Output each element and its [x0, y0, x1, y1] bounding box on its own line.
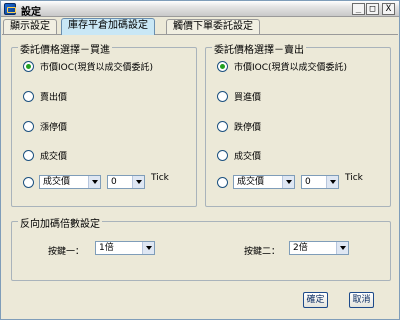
chevron-down-icon[interactable] — [282, 176, 294, 188]
buy-tick-offset-value: 0 — [111, 177, 117, 187]
sell-option-label: 市價IOC(現貨以成交價委託) — [234, 62, 348, 73]
sell-price-type-value: 成交價 — [237, 177, 265, 187]
settings-window: 設定 _ □ X 顯示設定 庫存平倉加碼設定 觸價下單委託設定 委託價格選擇－買… — [0, 0, 400, 320]
buy-option-custom[interactable] — [23, 175, 40, 189]
chevron-down-icon[interactable] — [142, 242, 154, 254]
sell-tick-offset-select[interactable]: 0 — [301, 175, 339, 189]
sell-option-market-ioc[interactable]: 市價IOC(現貨以成交價委託) — [217, 59, 347, 73]
radio-button[interactable] — [23, 60, 34, 72]
sell-option-limit-down[interactable]: 跌停價 — [217, 119, 261, 133]
sell-option-label: 買進價 — [234, 92, 262, 103]
chevron-down-icon[interactable] — [326, 176, 338, 188]
close-button[interactable]: X — [382, 3, 395, 15]
tab-trigger-order-settings[interactable]: 觸價下單委託設定 — [166, 19, 260, 34]
key2-multiplier-value: 2倍 — [293, 243, 308, 253]
radio-button[interactable] — [217, 60, 228, 72]
buy-option-label: 成交價 — [40, 151, 68, 162]
multiplier-group-legend: 反向加碼倍數設定 — [18, 215, 102, 230]
sell-option-label: 成交價 — [234, 151, 262, 162]
minimize-button[interactable]: _ — [352, 3, 365, 15]
key2-label: 按鍵二： — [244, 247, 281, 257]
radio-button[interactable] — [23, 90, 34, 102]
tab-display-settings[interactable]: 顯示設定 — [3, 19, 57, 34]
radio-button[interactable] — [217, 90, 228, 102]
sell-price-type-select[interactable]: 成交價 — [233, 175, 295, 189]
sell-tick-offset-value: 0 — [305, 177, 311, 187]
key2-multiplier-select[interactable]: 2倍 — [289, 241, 349, 255]
ok-button[interactable]: 確定 — [303, 292, 328, 308]
buy-option-label: 市價IOC(現貨以成交價委託) — [40, 62, 154, 73]
maximize-button[interactable]: □ — [366, 3, 379, 15]
buy-tick-unit: Tick — [151, 173, 169, 183]
buy-price-type-select[interactable]: 成交價 — [39, 175, 101, 189]
radio-button[interactable] — [217, 176, 228, 188]
buy-option-label: 賣出價 — [40, 92, 68, 103]
sell-option-bid-price[interactable]: 買進價 — [217, 89, 261, 103]
title-bar[interactable]: 設定 _ □ X — [1, 1, 399, 18]
buy-tick-offset-select[interactable]: 0 — [107, 175, 145, 189]
chevron-down-icon[interactable] — [88, 176, 100, 188]
sell-group-legend: 委託價格選擇－賣出 — [212, 41, 306, 56]
key1-multiplier-value: 1倍 — [99, 243, 114, 253]
buy-option-limit-up[interactable]: 漲停價 — [23, 119, 67, 133]
tab-position-close-settings[interactable]: 庫存平倉加碼設定 — [61, 18, 155, 35]
sell-tick-unit: Tick — [345, 173, 363, 183]
sell-option-label: 跌停價 — [234, 122, 262, 133]
radio-button[interactable] — [23, 149, 34, 161]
tab-bar: 顯示設定 庫存平倉加碼設定 觸價下單委託設定 — [1, 18, 399, 35]
chevron-down-icon[interactable] — [132, 176, 144, 188]
radio-button[interactable] — [217, 120, 228, 132]
buy-option-last-price[interactable]: 成交價 — [23, 148, 67, 162]
window-title: 設定 — [21, 7, 41, 18]
sell-option-last-price[interactable]: 成交價 — [217, 148, 261, 162]
buy-group-legend: 委託價格選擇－買進 — [18, 41, 112, 56]
radio-button[interactable] — [23, 120, 34, 132]
chevron-down-icon[interactable] — [336, 242, 348, 254]
buy-option-ask-price[interactable]: 賣出價 — [23, 89, 67, 103]
buy-option-label: 漲停價 — [40, 122, 68, 133]
sell-option-custom[interactable] — [217, 175, 234, 189]
cancel-button[interactable]: 取消 — [349, 292, 374, 308]
buy-option-market-ioc[interactable]: 市價IOC(現貨以成交價委託) — [23, 59, 153, 73]
key1-multiplier-select[interactable]: 1倍 — [95, 241, 155, 255]
key1-label: 按鍵一： — [48, 247, 85, 257]
radio-button[interactable] — [217, 149, 228, 161]
app-icon — [4, 3, 16, 15]
radio-button[interactable] — [23, 176, 34, 188]
buy-price-type-value: 成交價 — [43, 177, 71, 187]
